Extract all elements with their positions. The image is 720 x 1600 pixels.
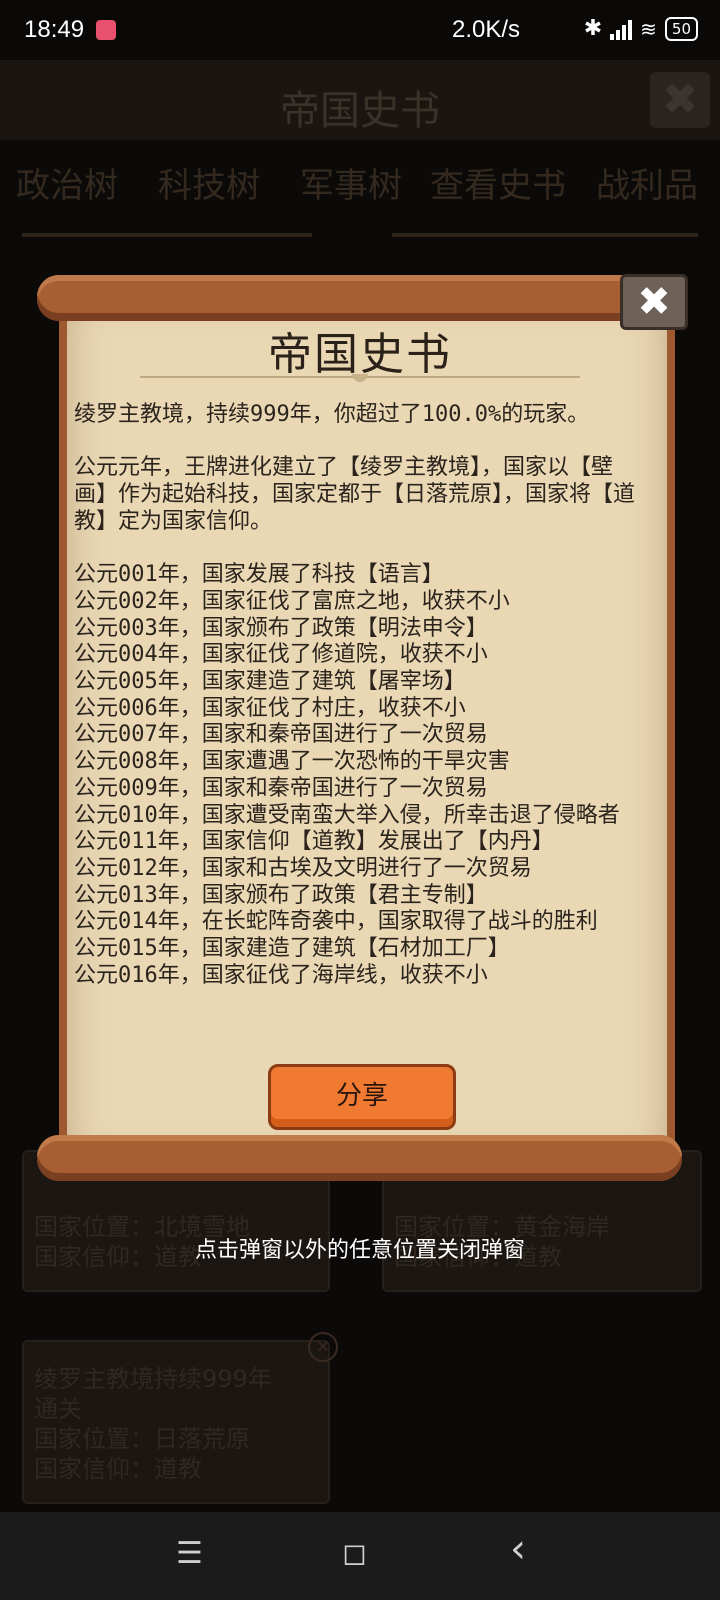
history-text[interactable]: 绫罗主教境，持续999年，你超过了100.0%的玩家。 公元元年，王牌进化建立了… bbox=[74, 402, 644, 1042]
app-notification-icon bbox=[96, 20, 116, 40]
card-faith: 国家信仰：道教 bbox=[34, 1455, 202, 1483]
scroll-top-rod bbox=[37, 275, 682, 321]
history-summary: 绫罗主教境，持续999年，你超过了100.0%的玩家。 bbox=[74, 402, 590, 427]
history-entry: 公元009年，国家和秦帝国进行了一次贸易 bbox=[74, 775, 488, 801]
share-button[interactable]: 分享 bbox=[268, 1064, 456, 1130]
history-entry: 公元013年，国家颁布了政策【君主专制】 bbox=[74, 882, 488, 908]
system-nav-bar: ☰ ◻ ‹ bbox=[0, 1512, 720, 1600]
tab-politics: 政治树 bbox=[16, 166, 118, 206]
scroll-bottom-rod bbox=[37, 1135, 682, 1181]
history-entry: 公元011年，国家信仰【道教】发展出了【内丹】 bbox=[74, 829, 554, 855]
bluetooth-icon: ✱ bbox=[583, 16, 603, 41]
clock: 18:49 bbox=[24, 16, 85, 43]
wifi-icon: ≋ bbox=[640, 16, 657, 41]
history-entry: 公元004年，国家征伐了修道院，收获不小 bbox=[74, 642, 488, 668]
background-close-icon: ✖ bbox=[650, 72, 710, 128]
tab-divider bbox=[392, 233, 698, 237]
tab-military: 军事树 bbox=[300, 166, 402, 206]
background-title: 帝国史书 bbox=[280, 88, 440, 134]
history-entry: 公元003年，国家颁布了政策【明法申令】 bbox=[74, 615, 488, 641]
battery-icon: 50 bbox=[664, 16, 698, 41]
history-entry: 公元008年，国家遭遇了一次恐怖的干旱灾害 bbox=[74, 749, 510, 775]
back-icon[interactable]: ‹ bbox=[510, 1526, 526, 1572]
background-card: ✕ 绫罗主教境持续999年 通关 国家位置：日落荒原 国家信仰：道教 bbox=[22, 1332, 338, 1504]
card-location: 国家位置：日落荒原 bbox=[34, 1425, 250, 1453]
history-entry: 公元014年，在长蛇阵奇袭中，国家取得了战斗的胜利 bbox=[74, 909, 598, 935]
history-entry: 公元015年，国家建造了建筑【石材加工厂】 bbox=[74, 936, 510, 962]
menu-icon[interactable]: ☰ bbox=[176, 1536, 203, 1571]
tab-spoils: 战利品 bbox=[596, 166, 698, 206]
tab-technology: 科技树 bbox=[158, 166, 260, 206]
popup-title: 帝国史书 bbox=[268, 329, 452, 380]
status-bar: 18:49 2.0K/s ✱ ≋ 50 bbox=[0, 0, 720, 60]
signal-icon bbox=[610, 18, 633, 40]
history-entry: 公元010年，国家遭受南蛮大举入侵，所幸击退了侵略者 bbox=[74, 802, 620, 828]
history-entry: 公元001年，国家发展了科技【语言】 bbox=[74, 562, 444, 588]
card-title: 绫罗主教境持续999年 bbox=[34, 1365, 272, 1393]
tab-divider bbox=[22, 233, 312, 237]
card-close-icon: ✕ bbox=[308, 1332, 338, 1362]
history-entry: 公元012年，国家和古埃及文明进行了一次贸易 bbox=[74, 855, 532, 881]
background-tabs: 政治树 科技树 军事树 查看史书 战利品 bbox=[0, 150, 720, 230]
tab-history: 查看史书 bbox=[430, 166, 566, 206]
home-icon[interactable]: ◻ bbox=[342, 1536, 367, 1571]
card-title-cont: 通关 bbox=[34, 1395, 82, 1423]
close-hint: 点击弹窗以外的任意位置关闭弹窗 bbox=[194, 1238, 525, 1263]
status-icons: ✱ ≋ 50 bbox=[584, 16, 698, 41]
history-entry: 公元002年，国家征伐了富庶之地，收获不小 bbox=[74, 588, 510, 614]
history-entry: 公元006年，国家征伐了村庄，收获不小 bbox=[74, 695, 466, 721]
history-entry: 公元005年，国家建造了建筑【屠宰场】 bbox=[74, 669, 466, 694]
network-speed: 2.0K/s bbox=[452, 16, 521, 43]
history-entry: 公元016年，国家征伐了海岸线，收获不小 bbox=[74, 962, 488, 988]
history-intro: 公元元年，王牌进化建立了【绫罗主教境】，国家以【壁画】作为起始科技，国家定都于【… bbox=[74, 455, 636, 534]
history-entry: 公元007年，国家和秦帝国进行了一次贸易 bbox=[74, 722, 488, 748]
